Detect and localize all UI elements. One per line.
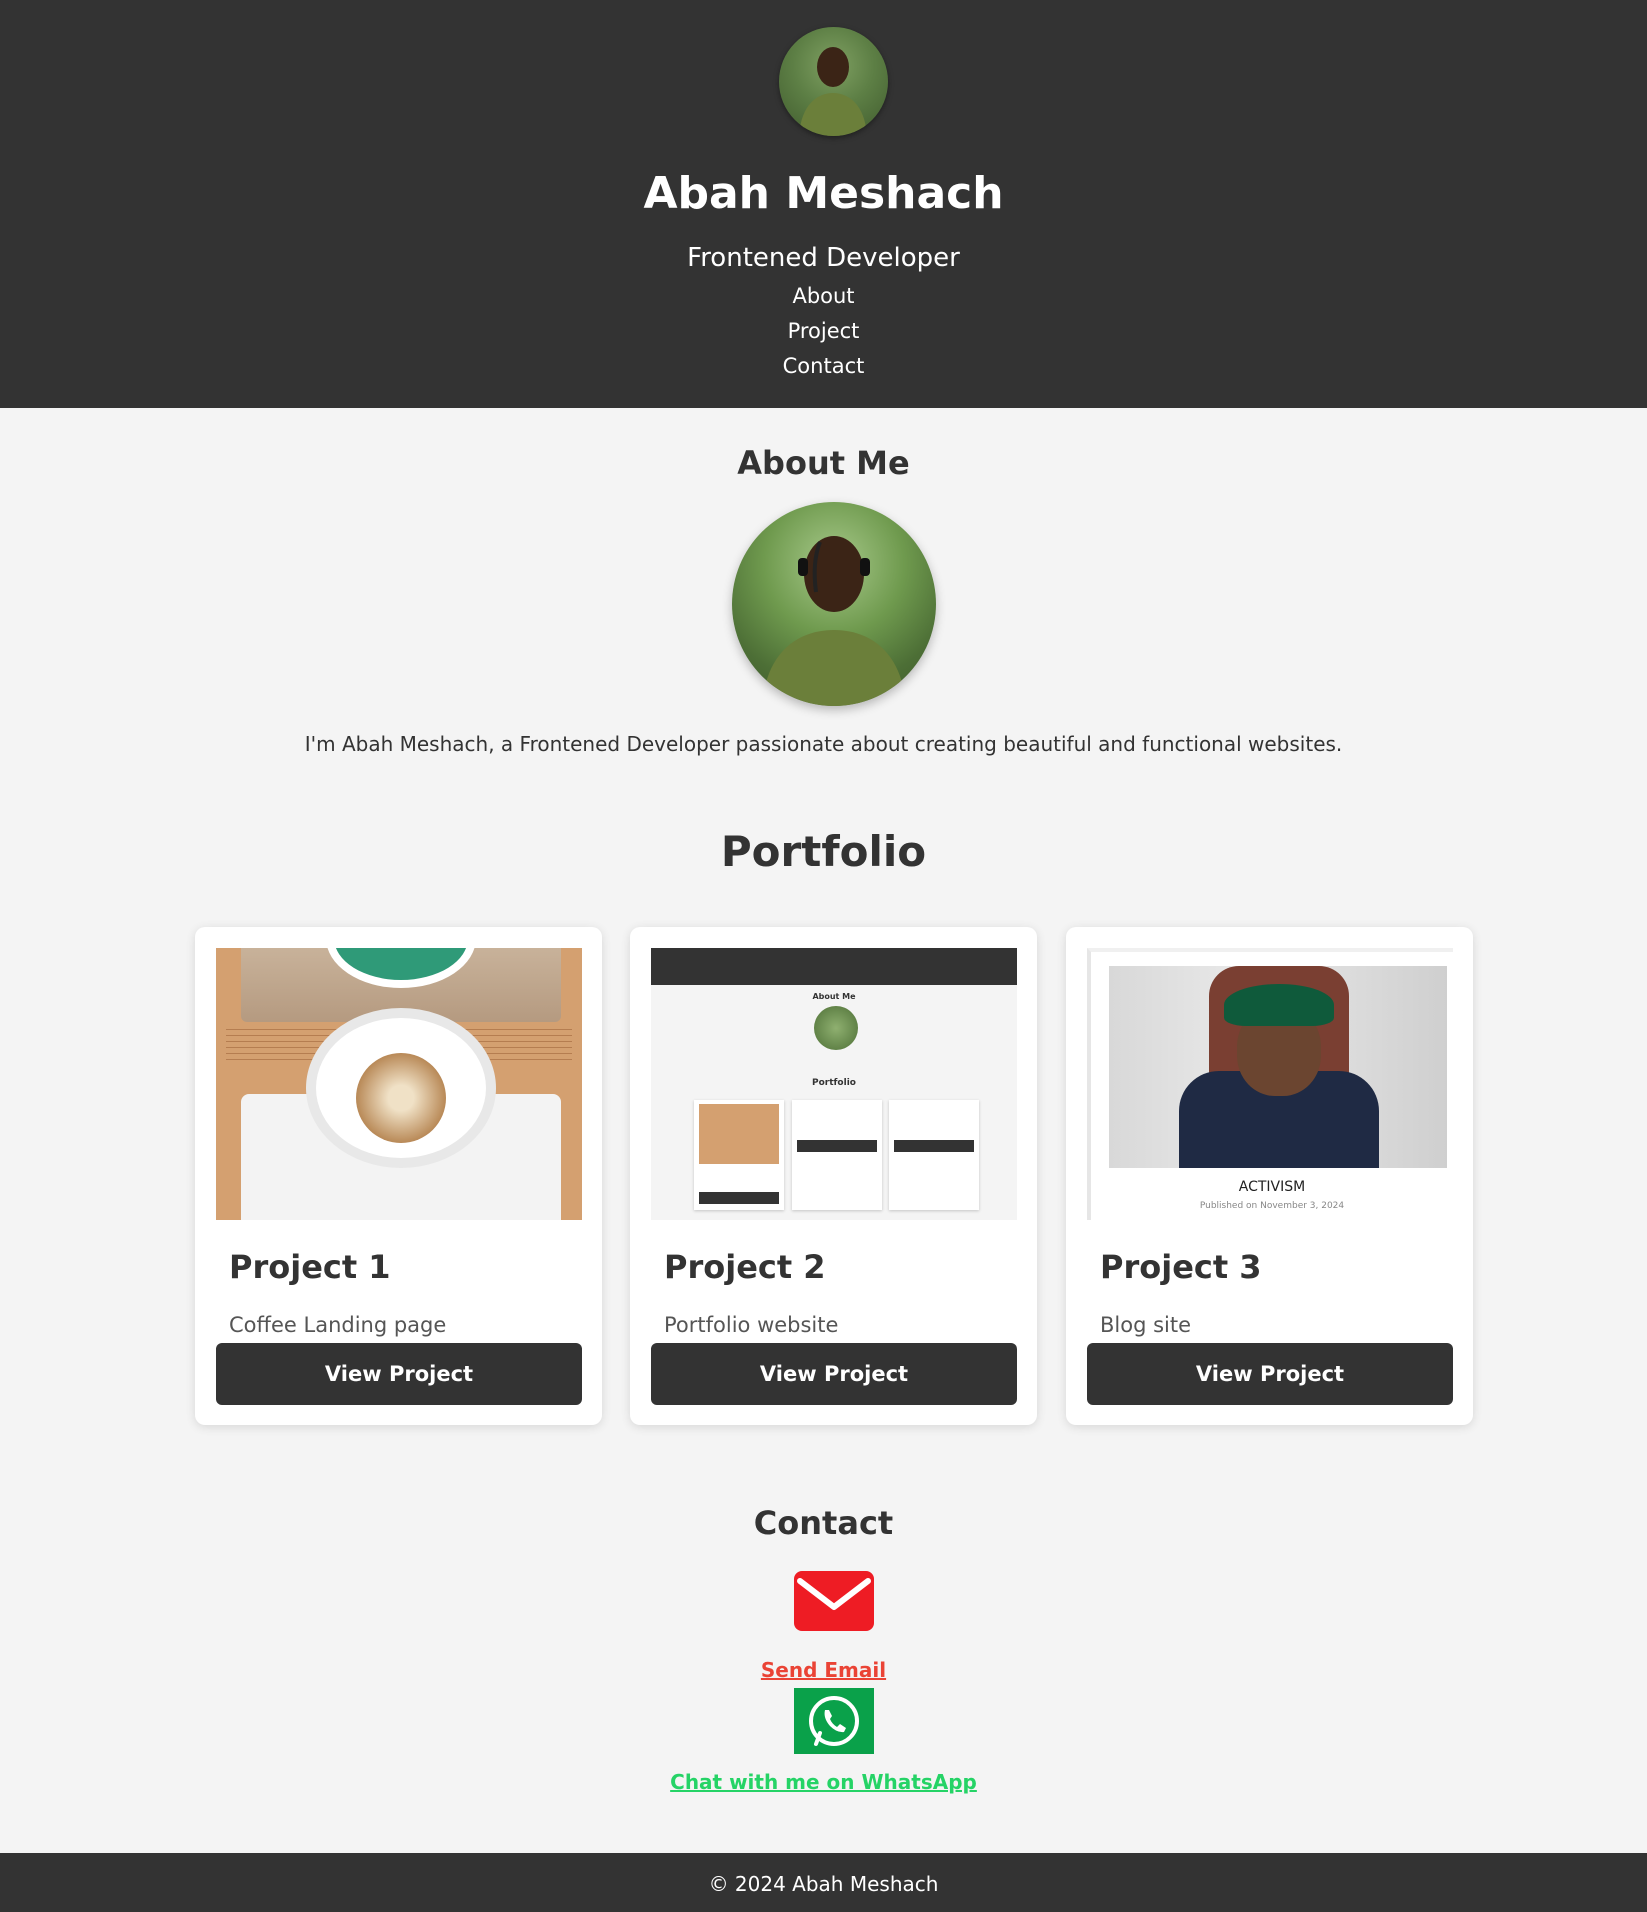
nav-link-contact[interactable]: Contact xyxy=(724,351,924,386)
nav-link-about[interactable]: About xyxy=(724,281,924,316)
thumbnail-label: Portfolio xyxy=(812,1078,856,1088)
view-project-button[interactable]: View Project xyxy=(651,1343,1017,1405)
project-description: Coffee Landing page xyxy=(229,1313,447,1337)
project-title: Project 3 xyxy=(1100,1248,1262,1286)
project-card: CAPPUCCINOS Project 1 Coffee Landing pag… xyxy=(195,927,602,1425)
project-card: ACTIVISM Published on November 3, 2024 P… xyxy=(1066,927,1473,1425)
site-header: Abah Meshach Frontened Developer About P… xyxy=(0,0,1647,408)
about-photo xyxy=(732,502,936,706)
portfolio-heading: Portfolio xyxy=(720,827,927,876)
nav-link-project[interactable]: Project xyxy=(724,316,924,351)
project-title: Project 2 xyxy=(664,1248,826,1286)
site-title: Abah Meshach xyxy=(643,168,1004,219)
contact-heading: Contact xyxy=(753,1504,894,1542)
whatsapp-chat-link[interactable]: Chat with me on WhatsApp xyxy=(0,1768,1647,1796)
project-card: About Me Portfolio Project 2 Portfolio w… xyxy=(630,927,1037,1425)
project-description: Blog site xyxy=(1100,1313,1192,1337)
about-heading: About Me xyxy=(737,444,910,482)
main-nav: About Project Contact xyxy=(0,281,1647,386)
thumbnail-date: Published on November 3, 2024 xyxy=(1199,1201,1345,1211)
footer-text: © 2024 Abah Meshach xyxy=(708,1872,939,1896)
header-avatar xyxy=(779,27,888,136)
site-footer: © 2024 Abah Meshach xyxy=(0,1853,1647,1912)
project-description: Portfolio website xyxy=(664,1313,839,1337)
view-project-button[interactable]: View Project xyxy=(1087,1343,1453,1405)
project-thumbnail: CAPPUCCINOS xyxy=(216,948,582,1220)
view-project-button[interactable]: View Project xyxy=(216,1343,582,1405)
whatsapp-icon[interactable] xyxy=(794,1688,874,1754)
project-title: Project 1 xyxy=(229,1248,391,1286)
project-thumbnail: ACTIVISM Published on November 3, 2024 xyxy=(1087,948,1453,1220)
send-email-link[interactable]: Send Email xyxy=(0,1656,1647,1684)
site-subtitle: Frontened Developer xyxy=(687,243,960,273)
about-text: I'm Abah Meshach, a Frontened Developer … xyxy=(304,732,1343,756)
project-thumbnail: About Me Portfolio xyxy=(651,948,1017,1220)
envelope-icon[interactable] xyxy=(794,1571,874,1631)
thumbnail-title: ACTIVISM xyxy=(1238,1179,1306,1195)
